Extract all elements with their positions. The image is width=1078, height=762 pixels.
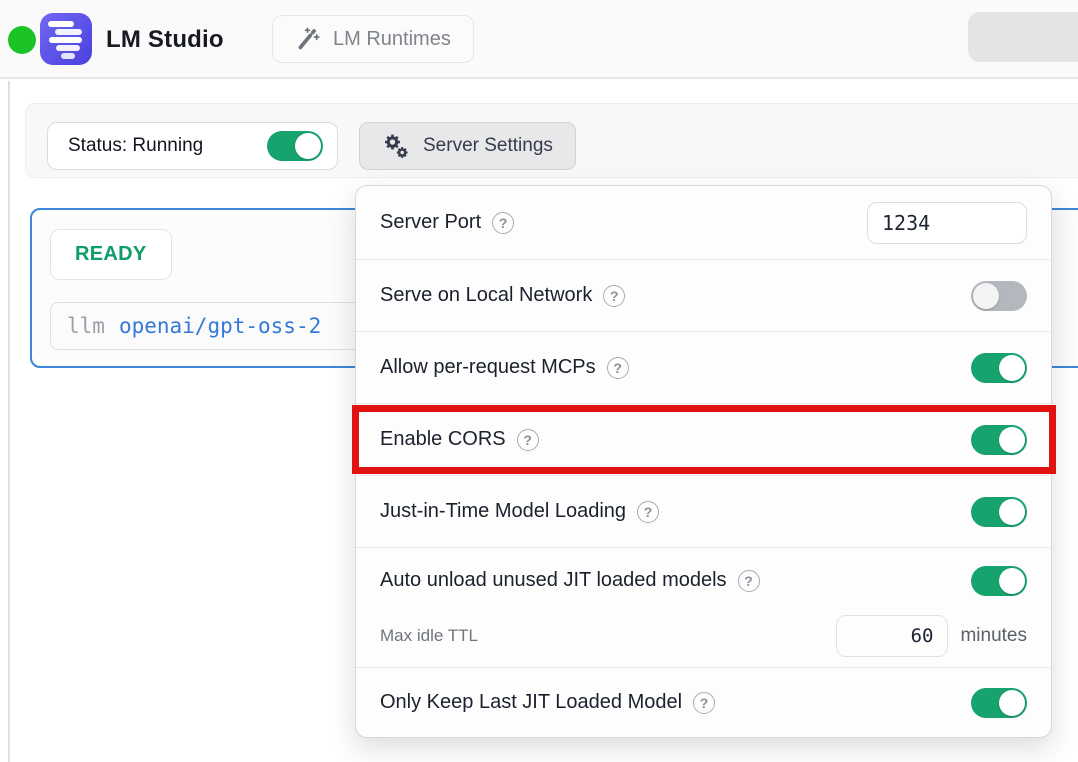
server-settings-label: Server Settings (423, 135, 553, 157)
server-port-label: Server Port (380, 211, 481, 234)
setting-row-only-keep-last: Only Keep Last JIT Loaded Model ? (356, 667, 1051, 737)
server-status-label: Status: Running (68, 135, 267, 157)
panel-left-border (8, 81, 10, 762)
jit-loading-toggle[interactable] (971, 497, 1027, 527)
local-network-label: Serve on Local Network (380, 284, 592, 307)
lm-studio-logo-icon (40, 13, 92, 65)
help-icon[interactable]: ? (738, 570, 760, 592)
app-title: LM Studio (106, 0, 224, 79)
only-keep-last-toggle[interactable] (971, 688, 1027, 718)
max-idle-ttl-input[interactable] (836, 615, 948, 657)
server-toolbar: Status: Running (25, 103, 1078, 178)
gears-icon (382, 132, 410, 160)
help-icon[interactable]: ? (637, 501, 659, 523)
model-identifier: openai/gpt-oss-2 (119, 314, 321, 338)
server-status-control: Status: Running (47, 122, 338, 170)
main-content: Status: Running (0, 81, 1078, 762)
traffic-light-green-icon[interactable] (8, 26, 36, 54)
server-status-toggle[interactable] (267, 131, 323, 161)
server-settings-popover: Server Port ? Serve on Local Network ? A… (355, 185, 1052, 738)
enable-cors-label: Enable CORS (380, 428, 506, 451)
jit-loading-label: Just-in-Time Model Loading (380, 500, 626, 523)
lm-runtimes-button[interactable]: LM Runtimes (272, 15, 474, 63)
per-request-mcps-label: Allow per-request MCPs (380, 356, 596, 379)
ready-status-badge: READY (50, 229, 172, 280)
max-idle-ttl-label: Max idle TTL (380, 626, 478, 646)
setting-row-enable-cors: Enable CORS ? (356, 403, 1051, 475)
only-keep-last-label: Only Keep Last JIT Loaded Model (380, 691, 682, 714)
auto-unload-label: Auto unload unused JIT loaded models (380, 569, 727, 592)
server-port-input[interactable] (867, 202, 1027, 244)
minutes-unit-label: minutes (960, 625, 1027, 647)
help-icon[interactable]: ? (693, 692, 715, 714)
setting-row-auto-unload: Auto unload unused JIT loaded models ? M… (356, 547, 1051, 667)
per-request-mcps-toggle[interactable] (971, 353, 1027, 383)
header-right-button[interactable] (968, 12, 1078, 62)
help-icon[interactable]: ? (517, 429, 539, 451)
enable-cors-toggle[interactable] (971, 425, 1027, 455)
lm-runtimes-label: LM Runtimes (333, 28, 451, 51)
setting-row-local-network: Serve on Local Network ? (356, 259, 1051, 331)
setting-row-jit-loading: Just-in-Time Model Loading ? (356, 475, 1051, 547)
local-network-toggle[interactable] (971, 281, 1027, 311)
help-icon[interactable]: ? (603, 285, 625, 307)
help-icon[interactable]: ? (492, 212, 514, 234)
server-settings-button[interactable]: Server Settings (359, 122, 576, 170)
setting-row-server-port: Server Port ? (356, 186, 1051, 259)
help-icon[interactable]: ? (607, 357, 629, 379)
auto-unload-toggle[interactable] (971, 566, 1027, 596)
magic-wand-icon (295, 26, 321, 52)
header: LM Studio LM Runtimes (0, 0, 1078, 79)
setting-row-per-request-mcps: Allow per-request MCPs ? (356, 331, 1051, 403)
code-prefix: llm (67, 314, 105, 338)
